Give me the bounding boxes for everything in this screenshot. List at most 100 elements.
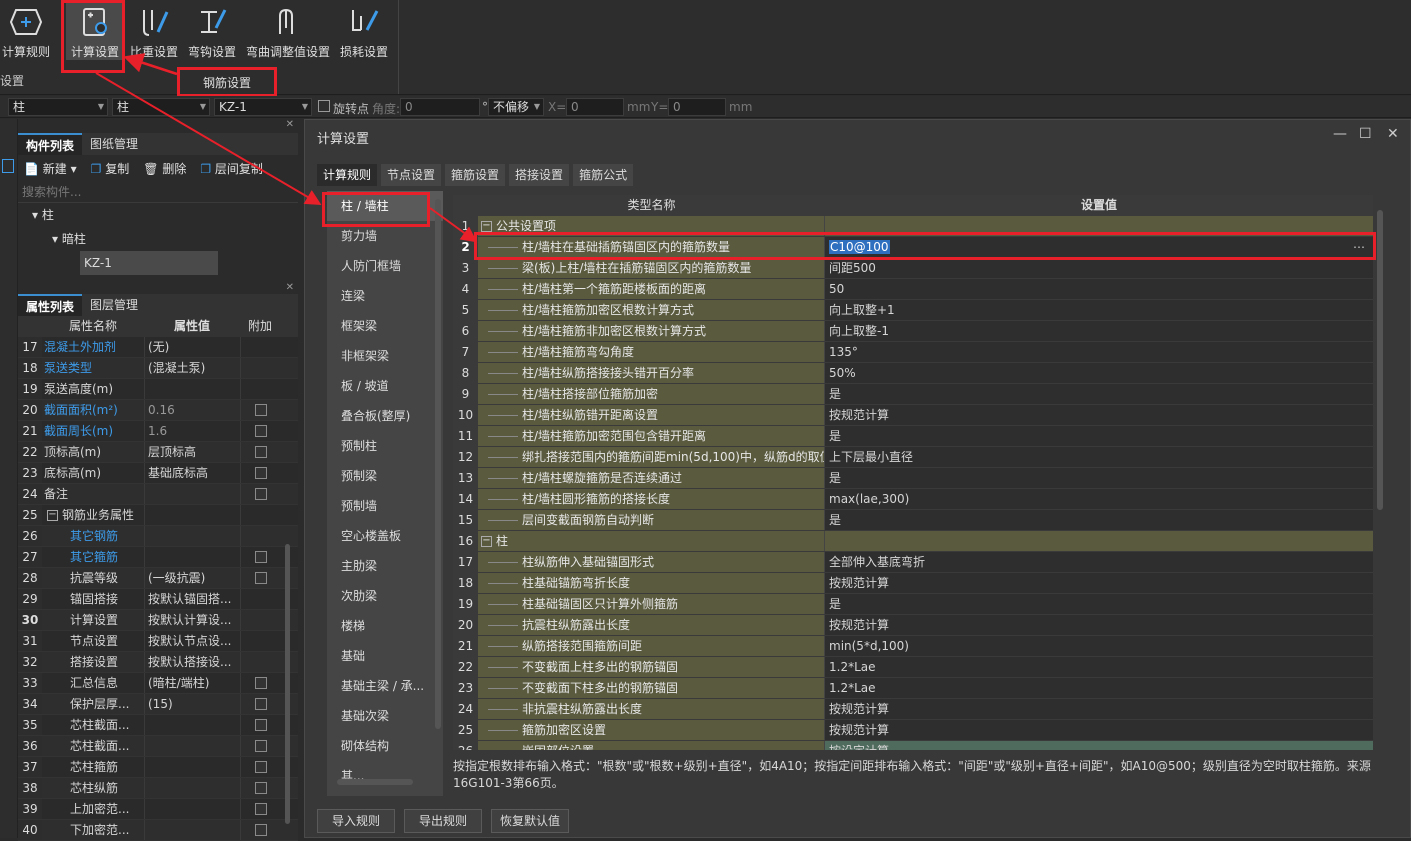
property-row[interactable]: 31 节点设置 按默认节点设... [18, 631, 298, 652]
property-row[interactable]: 37 芯柱箍筋 [18, 757, 298, 778]
category-item[interactable]: 板 / 坡道 [327, 371, 443, 401]
grid-setting-value[interactable]: 按规范计算 [825, 699, 1373, 719]
tree-node-kz1[interactable]: KZ-1 [80, 251, 218, 275]
tab-drawing-manage[interactable]: 图纸管理 [82, 133, 146, 155]
category-item[interactable]: 人防门框墙 [327, 251, 443, 281]
tab-layer-manage[interactable]: 图层管理 [82, 294, 146, 316]
tab-calc-rules[interactable]: 计算规则 [317, 164, 378, 186]
grid-row[interactable]: 8 柱/墙柱纵筋搭接接头错开百分率 50% [453, 363, 1373, 384]
property-row[interactable]: 22 顶标高(m) 层顶标高 [18, 442, 298, 463]
tree-node-hidden-column[interactable]: ▾ 暗柱 [18, 227, 298, 251]
property-value[interactable]: (混凝土泵) [144, 358, 240, 378]
property-value[interactable] [144, 736, 240, 756]
attach-checkbox[interactable] [254, 719, 267, 731]
floor-dropdown[interactable]: 柱 ▼ [8, 98, 108, 116]
property-value[interactable]: 按默认计算设... [144, 610, 240, 630]
tab-stirrup-settings[interactable]: 箍筋设置 [445, 164, 506, 186]
property-value[interactable] [144, 778, 240, 798]
grid-setting-value[interactable]: 按规范计算 [825, 573, 1373, 593]
property-row[interactable]: 17 混凝土外加剂 (无) [18, 337, 298, 358]
category-item[interactable]: 预制墙 [327, 491, 443, 521]
grid-setting-value[interactable]: 按规范计算 [825, 720, 1373, 740]
grid-row[interactable]: 5 柱/墙柱箍筋加密区根数计算方式 向上取整+1 [453, 300, 1373, 321]
property-value[interactable] [144, 547, 240, 567]
grid-row[interactable]: 14 柱/墙柱圆形箍筋的搭接长度 max(lae,300) [453, 489, 1373, 510]
attach-checkbox[interactable] [254, 803, 267, 815]
property-value[interactable]: 按默认搭接设... [144, 652, 240, 672]
grid-setting-value[interactable]: 按规范计算 [825, 405, 1373, 425]
attach-checkbox[interactable] [254, 677, 267, 689]
grid-row[interactable]: 26 嵌固部位设置 按设定计算 [453, 741, 1373, 750]
grid-setting-value[interactable]: 是 [825, 384, 1373, 404]
grid-row[interactable]: 24 非抗震柱纵筋露出长度 按规范计算 [453, 699, 1373, 720]
minimize-icon[interactable]: — [1333, 126, 1347, 142]
grid-row[interactable]: 9 柱/墙柱搭接部位箍筋加密 是 [453, 384, 1373, 405]
attach-checkbox[interactable] [254, 404, 267, 416]
rotate-checkbox[interactable] [318, 100, 330, 112]
grid-row[interactable]: 22 不变截面上柱多出的钢筋锚固 1.2*Lae [453, 657, 1373, 678]
grid-scrollbar[interactable] [1377, 210, 1383, 510]
grid-row[interactable]: 20 抗震柱纵筋露出长度 按规范计算 [453, 615, 1373, 636]
grid-row[interactable]: 7 柱/墙柱箍筋弯勾角度 135° [453, 342, 1373, 363]
property-value[interactable] [144, 799, 240, 819]
angle-input[interactable]: 0 [400, 98, 480, 116]
property-value[interactable]: 基础底标高 [144, 463, 240, 483]
grid-setting-value[interactable]: 是 [825, 426, 1373, 446]
bend-adjust-button[interactable]: 弯曲调整值设置 [244, 0, 332, 60]
restore-default-button[interactable]: 恢复默认值 [491, 809, 569, 833]
property-value[interactable]: (15) [144, 694, 240, 714]
dock-icon[interactable] [2, 159, 14, 173]
grid-setting-value[interactable]: 1.2*Lae [825, 678, 1373, 698]
grid-row[interactable]: 23 不变截面下柱多出的钢筋锚固 1.2*Lae [453, 678, 1373, 699]
grid-row[interactable]: 17 柱纵筋伸入基础锚固形式 全部伸入基底弯折 [453, 552, 1373, 573]
grid-row[interactable]: 10 柱/墙柱纵筋错开距离设置 按规范计算 [453, 405, 1373, 426]
category-item[interactable]: 主肋梁 [327, 551, 443, 581]
type-dropdown[interactable]: 柱 ▼ [112, 98, 210, 116]
property-row[interactable]: 39 上加密范... [18, 799, 298, 820]
category-item[interactable]: 基础次梁 [327, 701, 443, 731]
category-item[interactable]: 框架梁 [327, 311, 443, 341]
property-value[interactable] [144, 757, 240, 777]
property-value[interactable]: (一级抗震) [144, 568, 240, 588]
grid-setting-value[interactable]: 按设定计算 [825, 741, 1373, 750]
property-row[interactable]: 21 截面周长(m) 1.6 [18, 421, 298, 442]
property-row[interactable]: 25− 钢筋业务属性 [18, 505, 298, 526]
category-item[interactable]: 砌体结构 [327, 731, 443, 761]
grid-setting-value[interactable]: 向上取整-1 [825, 321, 1373, 341]
grid-setting-value[interactable]: 1.2*Lae [825, 657, 1373, 677]
attach-checkbox[interactable] [254, 488, 267, 500]
property-row[interactable]: 26 其它钢筋 [18, 526, 298, 547]
import-rules-button[interactable]: 导入规则 [317, 809, 395, 833]
property-row[interactable]: 20 截面面积(m²) 0.16 [18, 400, 298, 421]
attach-checkbox[interactable] [254, 761, 267, 773]
tab-lap-settings[interactable]: 搭接设置 [509, 164, 570, 186]
close-icon[interactable]: ✕ [18, 282, 298, 294]
grid-setting-value[interactable]: 按规范计算 [825, 615, 1373, 635]
category-scrollbar[interactable] [435, 199, 441, 729]
property-row[interactable]: 23 底标高(m) 基础底标高 [18, 463, 298, 484]
category-item[interactable]: 非框架梁 [327, 341, 443, 371]
grid-row[interactable]: 18 柱基础锚筋弯折长度 按规范计算 [453, 573, 1373, 594]
grid-setting-value[interactable]: 50% [825, 363, 1373, 383]
hook-settings-button[interactable]: 弯钩设置 [186, 0, 238, 60]
export-rules-button[interactable]: 导出规则 [404, 809, 482, 833]
grid-row[interactable]: 11 柱/墙柱箍筋加密范围包含错开距离 是 [453, 426, 1373, 447]
component-search-input[interactable]: 搜索构件... [18, 181, 298, 203]
property-value[interactable] [144, 379, 240, 399]
grid-row[interactable]: 13 柱/墙柱螺旋箍筋是否连续通过 是 [453, 468, 1373, 489]
collapse-icon[interactable]: − [47, 510, 58, 521]
grid-setting-value[interactable]: 135° [825, 342, 1373, 362]
weight-settings-button[interactable]: 比重设置 [128, 0, 180, 60]
property-row[interactable]: 29 锚固搭接 按默认锚固搭... [18, 589, 298, 610]
tree-node-column[interactable]: ▾ 柱 [18, 203, 298, 227]
property-value[interactable] [144, 820, 240, 840]
grid-setting-value[interactable]: 50 [825, 279, 1373, 299]
calc-rule-button[interactable]: 计算规则 [0, 0, 52, 60]
category-item[interactable]: 楼梯 [327, 611, 443, 641]
category-item[interactable]: 其... [327, 761, 443, 791]
attach-checkbox[interactable] [254, 572, 267, 584]
attach-checkbox[interactable] [254, 740, 267, 752]
tab-node-settings[interactable]: 节点设置 [381, 164, 442, 186]
property-row[interactable]: 24 备注 [18, 484, 298, 505]
grid-setting-value[interactable]: 是 [825, 468, 1373, 488]
